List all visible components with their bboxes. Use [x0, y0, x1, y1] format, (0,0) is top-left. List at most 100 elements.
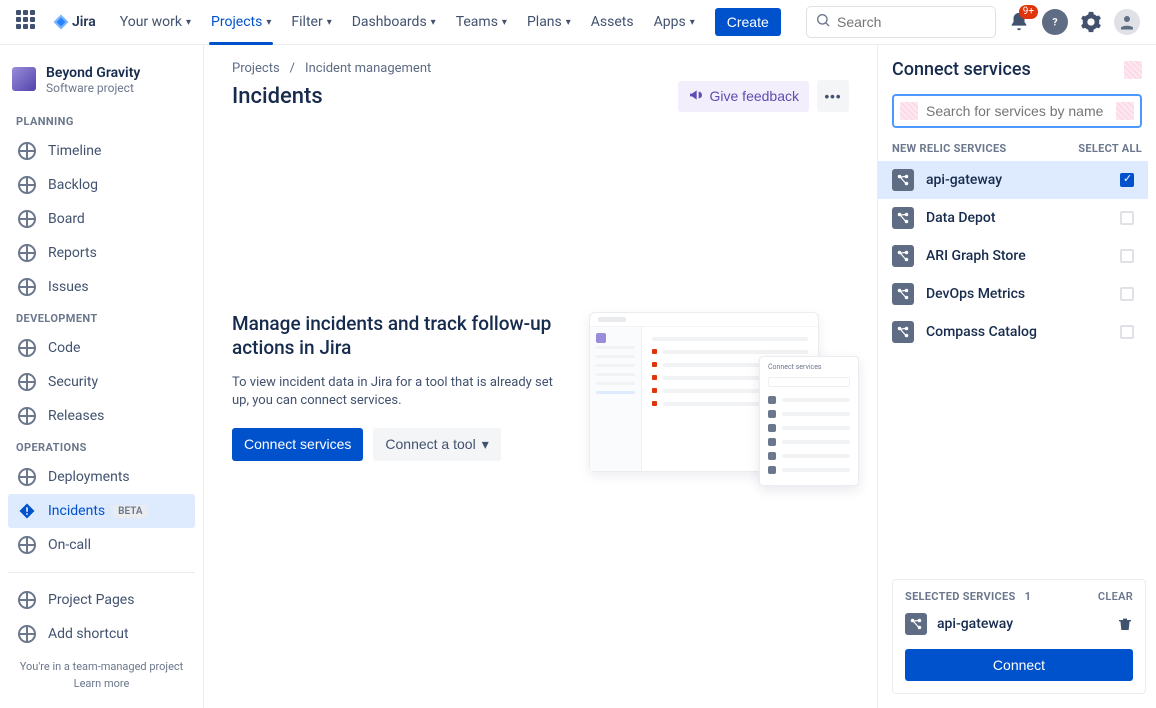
project-avatar	[12, 67, 36, 91]
sidebar-item-timeline[interactable]: Timeline	[8, 134, 195, 168]
sidebar-item-label: Incidents	[48, 503, 105, 519]
notifications-icon[interactable]: 9+	[1006, 9, 1032, 35]
service-item[interactable]: ARI Graph Store	[878, 237, 1148, 275]
checkbox-icon[interactable]	[1120, 249, 1134, 263]
nav-filter[interactable]: Filter▾	[283, 6, 339, 38]
breadcrumb-item[interactable]: Projects	[232, 61, 280, 76]
connect-tool-button[interactable]: Connect a tool ▾	[373, 428, 500, 461]
connect-button[interactable]: Connect	[905, 649, 1133, 681]
service-name: ARI Graph Store	[926, 248, 1108, 264]
search-icon	[900, 102, 918, 120]
nav-label: Plans	[527, 14, 562, 30]
breadcrumb: Projects / Incident management	[232, 61, 849, 76]
give-feedback-button[interactable]: Give feedback	[678, 81, 810, 112]
avatar[interactable]	[1114, 9, 1140, 35]
selected-count: 1	[1025, 590, 1032, 603]
clear-search-icon[interactable]	[1116, 102, 1134, 120]
globe-icon	[18, 407, 36, 425]
service-item[interactable]: Data Depot	[878, 199, 1148, 237]
nav-apps[interactable]: Apps▾	[646, 6, 703, 38]
sidebar-footer: You're in a team-managed project Learn m…	[8, 652, 195, 708]
learn-more-link[interactable]: Learn more	[8, 677, 195, 690]
service-name: api-gateway	[926, 172, 1108, 188]
sidebar-item-label: Releases	[48, 408, 104, 424]
sidebar-item-incidents[interactable]: Incidents BETA	[8, 494, 195, 528]
service-name: DevOps Metrics	[926, 286, 1108, 302]
button-label: Connect a tool	[385, 436, 475, 452]
globe-icon	[18, 278, 36, 296]
help-icon[interactable]: ?	[1042, 9, 1068, 35]
services-subheader: NEW RELIC SERVICES SELECT ALL	[892, 142, 1148, 155]
settings-icon[interactable]	[1078, 9, 1104, 35]
globe-icon	[18, 373, 36, 391]
service-search[interactable]	[892, 94, 1142, 128]
sidebar-item-code[interactable]: Code	[8, 331, 195, 365]
sidebar-item-add-shortcut[interactable]: Add shortcut	[8, 617, 195, 651]
sidebar-item-releases[interactable]: Releases	[8, 399, 195, 433]
notification-badge: 9+	[1019, 5, 1038, 19]
sidebar-item-oncall[interactable]: On-call	[8, 528, 195, 562]
more-actions-button[interactable]: •••	[817, 80, 849, 112]
search-input[interactable]	[837, 14, 987, 30]
divider	[8, 572, 195, 573]
nav-plans[interactable]: Plans ▾	[519, 6, 579, 38]
globe-icon	[18, 468, 36, 486]
button-label: Give feedback	[710, 88, 800, 104]
sidebar-item-security[interactable]: Security	[8, 365, 195, 399]
top-nav: Jira Your work▾ Projects▾ Filter▾ Dashbo…	[0, 0, 1156, 45]
chevron-down-icon: ▾	[186, 17, 191, 28]
trash-icon[interactable]	[1117, 616, 1133, 632]
service-icon	[892, 283, 914, 305]
create-button[interactable]: Create	[715, 8, 781, 36]
sidebar-item-label: Board	[48, 211, 85, 227]
nav-assets[interactable]: Assets	[583, 6, 642, 38]
service-item[interactable]: api-gateway	[878, 161, 1148, 199]
close-icon[interactable]	[1124, 61, 1142, 79]
connect-services-button[interactable]: Connect services	[232, 428, 363, 461]
jira-logo[interactable]: Jira	[52, 13, 96, 31]
project-header[interactable]: Beyond Gravity Software project	[8, 57, 195, 107]
service-list: api-gateway Data Depot ARI Graph Store D…	[878, 161, 1148, 351]
jira-logo-text: Jira	[72, 14, 96, 30]
sidebar-item-backlog[interactable]: Backlog	[8, 168, 195, 202]
jira-icon	[52, 13, 70, 31]
checkbox-icon[interactable]	[1120, 211, 1134, 225]
breadcrumb-item[interactable]: Incident management	[305, 61, 431, 76]
sidebar-item-label: Add shortcut	[48, 626, 129, 642]
nav-label: Apps	[654, 14, 686, 30]
checkbox-icon[interactable]	[1120, 173, 1134, 187]
chevron-down-icon: ▾	[566, 17, 571, 28]
nav-label: Teams	[456, 14, 498, 30]
hero-body: To view incident data in Jira for a tool…	[232, 374, 561, 410]
nav-your-work[interactable]: Your work▾	[112, 6, 199, 38]
diamond-alert-icon	[18, 502, 36, 520]
sidebar: Beyond Gravity Software project PLANNING…	[0, 45, 204, 708]
checkbox-icon[interactable]	[1120, 325, 1134, 339]
nav-teams[interactable]: Teams▾	[448, 6, 515, 38]
chevron-down-icon: ▾	[482, 436, 489, 453]
project-name: Beyond Gravity	[46, 65, 140, 81]
global-search[interactable]	[806, 6, 996, 38]
globe-icon	[18, 176, 36, 194]
service-icon	[892, 321, 914, 343]
sidebar-item-project-pages[interactable]: Project Pages	[8, 583, 195, 617]
search-icon	[815, 12, 831, 32]
sidebar-item-deployments[interactable]: Deployments	[8, 460, 195, 494]
service-item[interactable]: Compass Catalog	[878, 313, 1148, 351]
nav-items: Your work▾ Projects▾ Filter▾ Dashboards▾…	[112, 6, 781, 38]
app-switcher-icon[interactable]	[16, 10, 40, 34]
connect-services-panel: Connect services NEW RELIC SERVICES SELE…	[878, 45, 1156, 708]
service-icon	[892, 245, 914, 267]
sidebar-item-board[interactable]: Board	[8, 202, 195, 236]
sidebar-item-label: Timeline	[48, 143, 101, 159]
nav-dashboards[interactable]: Dashboards▾	[344, 6, 444, 38]
service-item[interactable]: DevOps Metrics	[878, 275, 1148, 313]
nav-projects[interactable]: Projects▾	[203, 6, 279, 38]
select-all-button[interactable]: SELECT ALL	[1078, 142, 1142, 155]
globe-icon	[18, 625, 36, 643]
service-search-input[interactable]	[926, 103, 1108, 119]
checkbox-icon[interactable]	[1120, 287, 1134, 301]
sidebar-item-issues[interactable]: Issues	[8, 270, 195, 304]
clear-button[interactable]: CLEAR	[1098, 590, 1133, 603]
sidebar-item-reports[interactable]: Reports	[8, 236, 195, 270]
